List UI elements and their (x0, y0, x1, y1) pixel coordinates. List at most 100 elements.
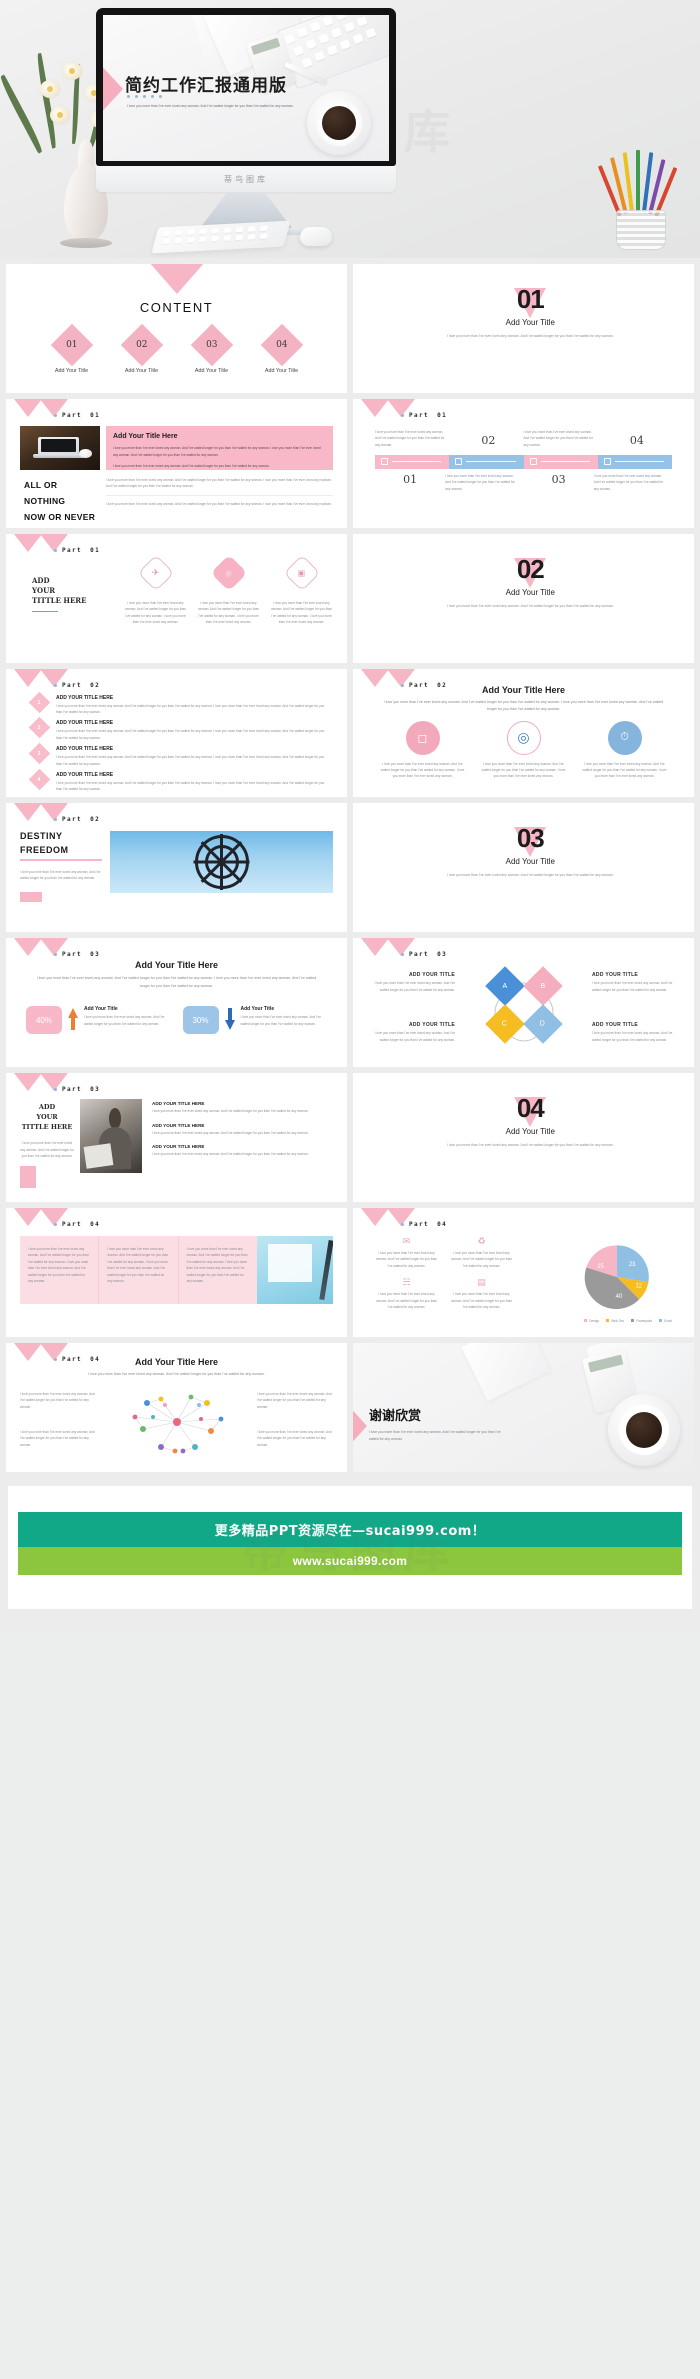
list-item[interactable]: ADD YOUR TITLE HERE I love you more than… (152, 1123, 333, 1136)
icon-cell-text: I love you more than I've ever loved any… (376, 1292, 437, 1310)
list-item[interactable]: ADD YOUR TITLE HERE I love you more than… (152, 1144, 333, 1157)
item-title: Add Your Title (84, 1006, 118, 1013)
node-b[interactable]: B (522, 966, 563, 1007)
slide-columns[interactable]: Part 04 I love you more than I've ever lo… (6, 1208, 347, 1337)
slide-content[interactable]: CONTENT 01 Add Your Title 02 Add Your Ti… (6, 264, 347, 393)
timeline-segment[interactable] (523, 454, 598, 469)
cover-slide: 简约工作汇报通用版 I love you more than I've ever… (103, 15, 389, 161)
pencil-cup (597, 150, 682, 250)
slide-percent[interactable]: Part 03 Add Your Title Here I love you mo… (6, 938, 347, 1068)
icon-cell[interactable]: ☵ I love you more than I've ever loved a… (369, 1271, 444, 1312)
percent-item[interactable]: 40% Add Your Title I love you more than … (26, 1006, 171, 1035)
callout-text: I love you more than I've ever loved any… (20, 1429, 95, 1447)
timeline-number: 03 (551, 472, 566, 486)
item-title: ADD YOUR TITLE HERE (152, 1122, 205, 1128)
list-item[interactable]: 2 ADD YOUR TITLE HERE I love you more th… (28, 717, 331, 741)
item-text: I love you more than I've ever loved any… (240, 1015, 321, 1026)
list-item[interactable]: 01 Add Your Title (50, 323, 94, 374)
item-title: ADD YOUR TITLE HERE (56, 720, 114, 727)
list-item[interactable]: 1 ADD YOUR TITLE HERE I love you more th… (28, 691, 331, 716)
ppt-template-preview-page: 蒂鸟图库 (0, 0, 700, 1631)
icon-column[interactable]: ⏱ I love you more than I've ever loved a… (581, 720, 668, 780)
briefcase-icon (381, 458, 388, 466)
abcd-item[interactable]: ADD YOUR TITLE I love you more than I've… (367, 1022, 455, 1043)
node-c[interactable]: C (484, 1004, 525, 1045)
diamond-number: 01 (65, 339, 78, 350)
part-label: Part 01 (54, 547, 100, 554)
slide-section-02[interactable]: 02 Add Your Title I love you more than I… (353, 533, 694, 663)
camera-icon: ▣ (283, 554, 320, 592)
percent-cards: 40% Add Your Title I love you more than … (26, 1006, 328, 1035)
item-label: Add Your Title (54, 368, 89, 374)
content-diamond-list: 01 Add Your Title 02 Add Your Title 03 A… (6, 323, 347, 374)
flower-bloom (62, 62, 82, 80)
node-a[interactable]: A (484, 966, 525, 1007)
section-divider: 02 Add Your Title I love you more than I… (430, 556, 630, 610)
icon-column[interactable]: ◉ I love you more than I've ever loved a… (197, 554, 260, 626)
list-item[interactable]: 02 Add Your Title (120, 323, 164, 374)
icon-cell[interactable]: ▤ I love you more than I've ever loved a… (444, 1271, 519, 1312)
part-label: Part 03 (54, 951, 100, 958)
icon-column[interactable]: ▣ I love you more than I've ever loved a… (270, 554, 333, 626)
slide-network[interactable]: Part 04 Add Your Title Here I love you mo… (6, 1342, 347, 1472)
item-list: ADD YOUR TITLE HERE I love you more than… (152, 1101, 333, 1157)
slide-pie-chart[interactable]: Part 04 ✉ I love you more than I've ever … (353, 1208, 694, 1337)
legend-item: Web Dev (606, 1319, 624, 1323)
thank-you-subtitle: I love you more than I've ever loved any… (369, 1429, 501, 1442)
timeline-text: I love you more than I've ever loved any… (593, 473, 664, 491)
bullet-icon (401, 1223, 404, 1227)
slide-thank-you[interactable]: 谢谢欣赏 I love you more than I've ever love… (353, 1342, 694, 1472)
timeline-segment[interactable] (375, 454, 450, 469)
icon-cell-text: I love you more than I've ever loved any… (376, 1251, 437, 1268)
slide-person-items[interactable]: Part 03 ADD YOUR TITTLE HERE I love you m… (6, 1073, 347, 1203)
icon-column[interactable]: ◎ I love you more than I've ever loved a… (480, 720, 567, 780)
timeline-number: 04 (629, 434, 644, 448)
cover-dots (127, 95, 162, 98)
note-icon: ☵ (402, 1277, 411, 1288)
percent-item[interactable]: 30% Add Your Title I love you more than … (182, 1006, 328, 1035)
bullet-icon (54, 683, 57, 687)
item-text: I love you more than I've ever loved any… (84, 1015, 165, 1026)
abcd-item[interactable]: ADD YOUR TITLE I love you more than I've… (367, 972, 455, 993)
icon-cell-text: I love you more than I've ever loved any… (451, 1251, 512, 1268)
slide-section-04[interactable]: 04 Add Your Title I love you more than I… (353, 1073, 694, 1203)
node-d[interactable]: D (522, 1004, 563, 1045)
section-desc: I love you more than I've ever loved any… (447, 1143, 614, 1148)
slide-destiny[interactable]: Part 02 DESTINY FREEDOM I love you more t… (6, 803, 347, 933)
slide-photo-text[interactable]: Part 01 Add Your Title Here I love you mo… (6, 398, 347, 528)
timeline-text: I love you more than I've ever loved any… (375, 429, 445, 447)
slide-section-03[interactable]: 03 Add Your Title I love you more than I… (353, 803, 694, 933)
icon-column[interactable]: ✈ I love you more than I've ever loved a… (124, 554, 187, 626)
abcd-item[interactable]: ADD YOUR TITLE I love you more than I've… (592, 972, 680, 993)
section-number: 01 (516, 284, 545, 314)
list-item[interactable]: 3 ADD YOUR TITLE HERE I love you more th… (28, 743, 331, 767)
desk-mouse (300, 227, 332, 246)
icon-column[interactable]: ◻ I love you more than I've ever loved a… (379, 720, 466, 780)
slide-abcd-cycle[interactable]: Part 03 ADD YOUR TITLE I love you more th… (353, 938, 694, 1068)
icon-cell[interactable]: ✉ I love you more than I've ever loved a… (369, 1234, 444, 1271)
slide-section-01[interactable]: 01 Add Your Title I love you more than I… (353, 264, 694, 393)
slide-timeline[interactable]: Part 01 I love you more than I've ever lo… (353, 398, 694, 528)
cover-subtitle: I love you more than I've ever loved any… (127, 104, 294, 108)
item-text: I love you more than I've ever loved any… (56, 755, 325, 766)
abcd-item[interactable]: ADD YOUR TITLE I love you more than I've… (592, 1022, 680, 1043)
icon-cell[interactable]: ♻ I love you more than I've ever loved a… (444, 1234, 519, 1271)
numbered-diamond: 1 (28, 691, 51, 713)
timeline-segment[interactable] (449, 454, 524, 469)
diamond-badge: 02 (120, 323, 163, 367)
part-label: Part 04 (54, 1221, 100, 1228)
promo-line-2[interactable]: www.sucai999.com (18, 1546, 682, 1575)
slide-circle-icons[interactable]: Part 02 Add Your Title Here I love you mo… (353, 668, 694, 798)
list-item[interactable]: 04 Add Your Title (260, 323, 304, 374)
timeline-segment[interactable] (597, 454, 672, 469)
slide-numbered-list[interactable]: Part 02 1 ADD YOUR TITLE HERE I love you … (6, 668, 347, 798)
svg-text:25: 25 (597, 1264, 604, 1270)
pie-chart[interactable]: 23 12 40 25 Design Web Dev Powerpoint Ex… (584, 1244, 672, 1323)
numbered-diamond: 4 (28, 768, 51, 791)
list-item[interactable]: 03 Add Your Title (190, 323, 234, 374)
list-item[interactable]: 4 ADD YOUR TITLE HERE I love you more th… (28, 768, 331, 793)
list-item[interactable]: ADD YOUR TITLE HERE I love you more than… (152, 1101, 333, 1114)
slide-three-icons[interactable]: Part 01 ADD YOUR TITTLE HERE ✈ I love yo… (6, 533, 347, 663)
part-label: Part 03 (54, 1086, 100, 1093)
section-divider: 03 Add Your Title I love you more than I… (430, 825, 630, 879)
